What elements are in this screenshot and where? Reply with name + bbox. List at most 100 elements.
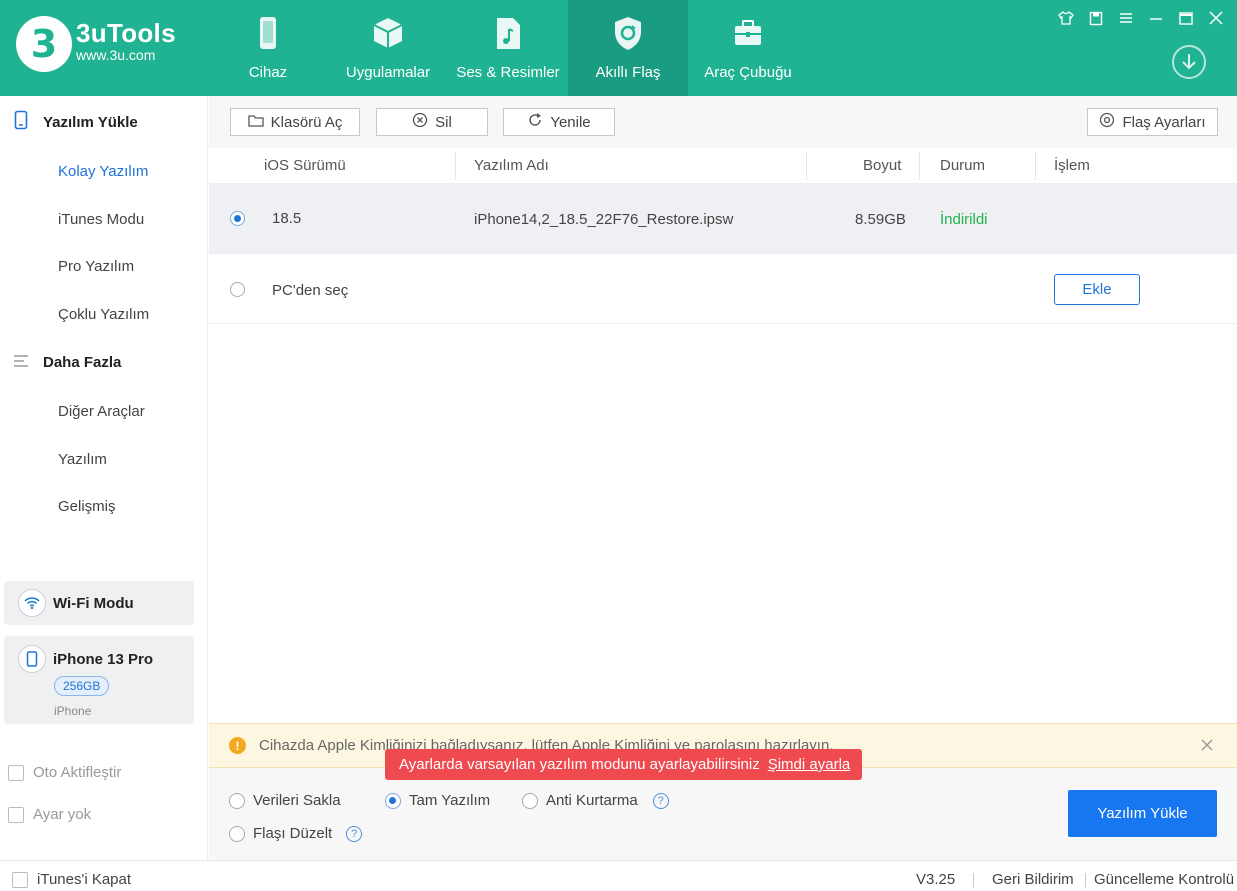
toolbar: Klasörü Aç Sil Yenile Flaş Ayarları (209, 96, 1237, 148)
nav-label-arac-cubugu: Araç Çubuğu (704, 64, 792, 81)
keep-data-option[interactable]: Verileri Sakla (229, 792, 341, 809)
sidebar-section-label: Yazılım Yükle (43, 113, 138, 131)
help-icon[interactable]: ? (346, 825, 363, 842)
col-size: Boyut (863, 157, 902, 174)
keep-data-label: Verileri Sakla (253, 792, 341, 809)
sidebar-section-yazilim-yukle[interactable]: Yazılım Yükle (0, 104, 208, 140)
sidebar-section-daha-fazla[interactable]: Daha Fazla (0, 344, 208, 380)
col-divider (919, 152, 920, 180)
sidebar-item-yazilim[interactable]: Yazılım (58, 444, 107, 474)
flash-settings-button[interactable]: Flaş Ayarları (1087, 108, 1218, 136)
delete-label: Sil (435, 113, 452, 131)
nav-label-cihaz: Cihaz (248, 64, 288, 81)
firmware-table-header: iOS Sürümü Yazılım Adı Boyut Durum İşlem (209, 148, 1237, 184)
no-settings-checkbox[interactable] (8, 806, 24, 823)
nav-uygulamalar[interactable]: Uygulamalar (328, 0, 448, 96)
delete-circle-icon (412, 112, 428, 132)
wifi-icon (18, 589, 46, 617)
top-header: 3 3uTools www.3u.com Cihaz Uygulamalar S… (0, 0, 1237, 96)
close-icon[interactable] (1206, 8, 1226, 28)
feedback-link[interactable]: Geri Bildirim (992, 871, 1074, 888)
firmware-radio[interactable] (230, 211, 245, 226)
phone-outline-icon (11, 110, 31, 135)
no-settings-option[interactable]: Ayar yok (8, 806, 91, 823)
set-now-link[interactable]: Şimdi ayarla (768, 756, 851, 773)
sidebar-item-pro-yazilim[interactable]: Pro Yazılım (58, 251, 134, 281)
open-folder-label: Klasörü Aç (270, 113, 343, 131)
minimize-icon[interactable] (1146, 8, 1166, 28)
auto-activate-label: Oto Aktifleştir (33, 764, 122, 781)
close-icon[interactable] (1201, 735, 1213, 756)
refresh-shield-icon (615, 17, 641, 50)
anti-recovery-option[interactable]: Anti Kurtarma ? (522, 792, 669, 809)
close-itunes-label: iTunes'i Kapat (37, 871, 132, 888)
nav-label-uygulamalar: Uygulamalar (345, 64, 431, 81)
close-itunes-checkbox[interactable] (12, 871, 28, 888)
col-firmware-name: Yazılım Adı (474, 157, 549, 174)
col-divider (455, 152, 456, 180)
col-ios-version: iOS Sürümü (264, 157, 346, 174)
auto-activate-option[interactable]: Oto Aktifleştir (8, 764, 121, 781)
status-divider (973, 873, 974, 888)
sidebar: Yazılım Yükle Kolay Yazılım iTunes Modu … (0, 96, 208, 860)
download-icon[interactable] (1172, 45, 1206, 79)
device-type: iPhone (54, 704, 92, 718)
flash-button[interactable]: Yazılım Yükle (1068, 790, 1217, 837)
pc-select-radio[interactable] (230, 282, 245, 297)
open-folder-button[interactable]: Klasörü Aç (230, 108, 360, 136)
note-icon[interactable] (1086, 8, 1106, 28)
maximize-icon[interactable] (1176, 8, 1196, 28)
menu-icon[interactable] (1116, 8, 1136, 28)
full-firmware-label: Tam Yazılım (409, 792, 491, 809)
flash-options-panel: Verileri Sakla Tam Yazılım Anti Kurtarma… (209, 768, 1237, 860)
iphone-icon (18, 645, 46, 673)
fix-flash-radio[interactable] (229, 825, 245, 842)
tooltip-text: Ayarlarda varsayılan yazılım modunu ayar… (399, 756, 760, 773)
sidebar-item-itunes-modu[interactable]: iTunes Modu (58, 204, 144, 234)
table-row[interactable]: 18.5 iPhone14,2_18.5_22F76_Restore.ipsw … (209, 184, 1237, 254)
firmware-filename: iPhone14,2_18.5_22F76_Restore.ipsw (474, 211, 734, 228)
default-mode-tooltip: Ayarlarda varsayılan yazılım modunu ayar… (385, 749, 863, 780)
capacity-badge: 256GB (54, 676, 110, 696)
close-itunes-option[interactable]: iTunes'i Kapat (12, 871, 131, 888)
delete-button[interactable]: Sil (376, 108, 488, 136)
auto-activate-checkbox[interactable] (8, 764, 24, 781)
nav-akilli-flas[interactable]: Akıllı Flaş (568, 0, 688, 96)
help-icon[interactable]: ? (652, 792, 669, 809)
sidebar-item-diger-araclar[interactable]: Diğer Araçlar (58, 396, 145, 426)
no-settings-label: Ayar yok (33, 806, 92, 823)
nav-ses-resimler[interactable]: Ses & Resimler (448, 0, 568, 96)
folder-icon (247, 114, 264, 131)
device-card[interactable]: iPhone 13 Pro 256GB iPhone (4, 636, 194, 724)
wifi-mode-card[interactable]: Wi-Fi Modu (4, 581, 194, 625)
col-action: İşlem (1054, 157, 1090, 174)
warning-icon: ! (229, 737, 246, 754)
table-row-pc-select[interactable]: PC'den seç Ekle (209, 254, 1237, 324)
nav-label-ses-resimler: Ses & Resimler (456, 64, 560, 81)
keep-data-radio[interactable] (229, 792, 245, 809)
skin-icon[interactable] (1056, 8, 1076, 28)
full-firmware-radio[interactable] (385, 792, 401, 809)
firmware-version: 18.5 (272, 210, 302, 227)
music-file-icon (497, 18, 520, 49)
refresh-button[interactable]: Yenile (503, 108, 615, 136)
flash-settings-label: Flaş Ayarları (1122, 113, 1206, 131)
nav-arac-cubugu[interactable]: Araç Çubuğu (688, 0, 808, 96)
app-name: 3uTools (76, 18, 176, 48)
col-divider (1035, 152, 1036, 180)
status-divider (1085, 873, 1086, 888)
full-firmware-option[interactable]: Tam Yazılım (385, 792, 490, 809)
nav-cihaz[interactable]: Cihaz (208, 0, 328, 96)
sidebar-item-kolay-yazilim[interactable]: Kolay Yazılım (58, 156, 148, 186)
fix-flash-option[interactable]: Flaşı Düzelt ? (229, 825, 363, 842)
nav-label-akilli-flas: Akıllı Flaş (595, 64, 661, 81)
anti-recovery-label: Anti Kurtarma (546, 792, 638, 809)
sidebar-item-gelismis[interactable]: Gelişmiş (58, 491, 116, 521)
anti-recovery-radio[interactable] (522, 792, 538, 809)
toolbox-icon (735, 20, 761, 45)
col-status: Durum (940, 157, 986, 174)
sidebar-item-coklu-yazilim[interactable]: Çoklu Yazılım (58, 299, 149, 329)
wifi-mode-label: Wi-Fi Modu (53, 595, 134, 612)
add-button[interactable]: Ekle (1054, 274, 1140, 305)
update-check-link[interactable]: Güncelleme Kontrolü (1094, 871, 1234, 888)
